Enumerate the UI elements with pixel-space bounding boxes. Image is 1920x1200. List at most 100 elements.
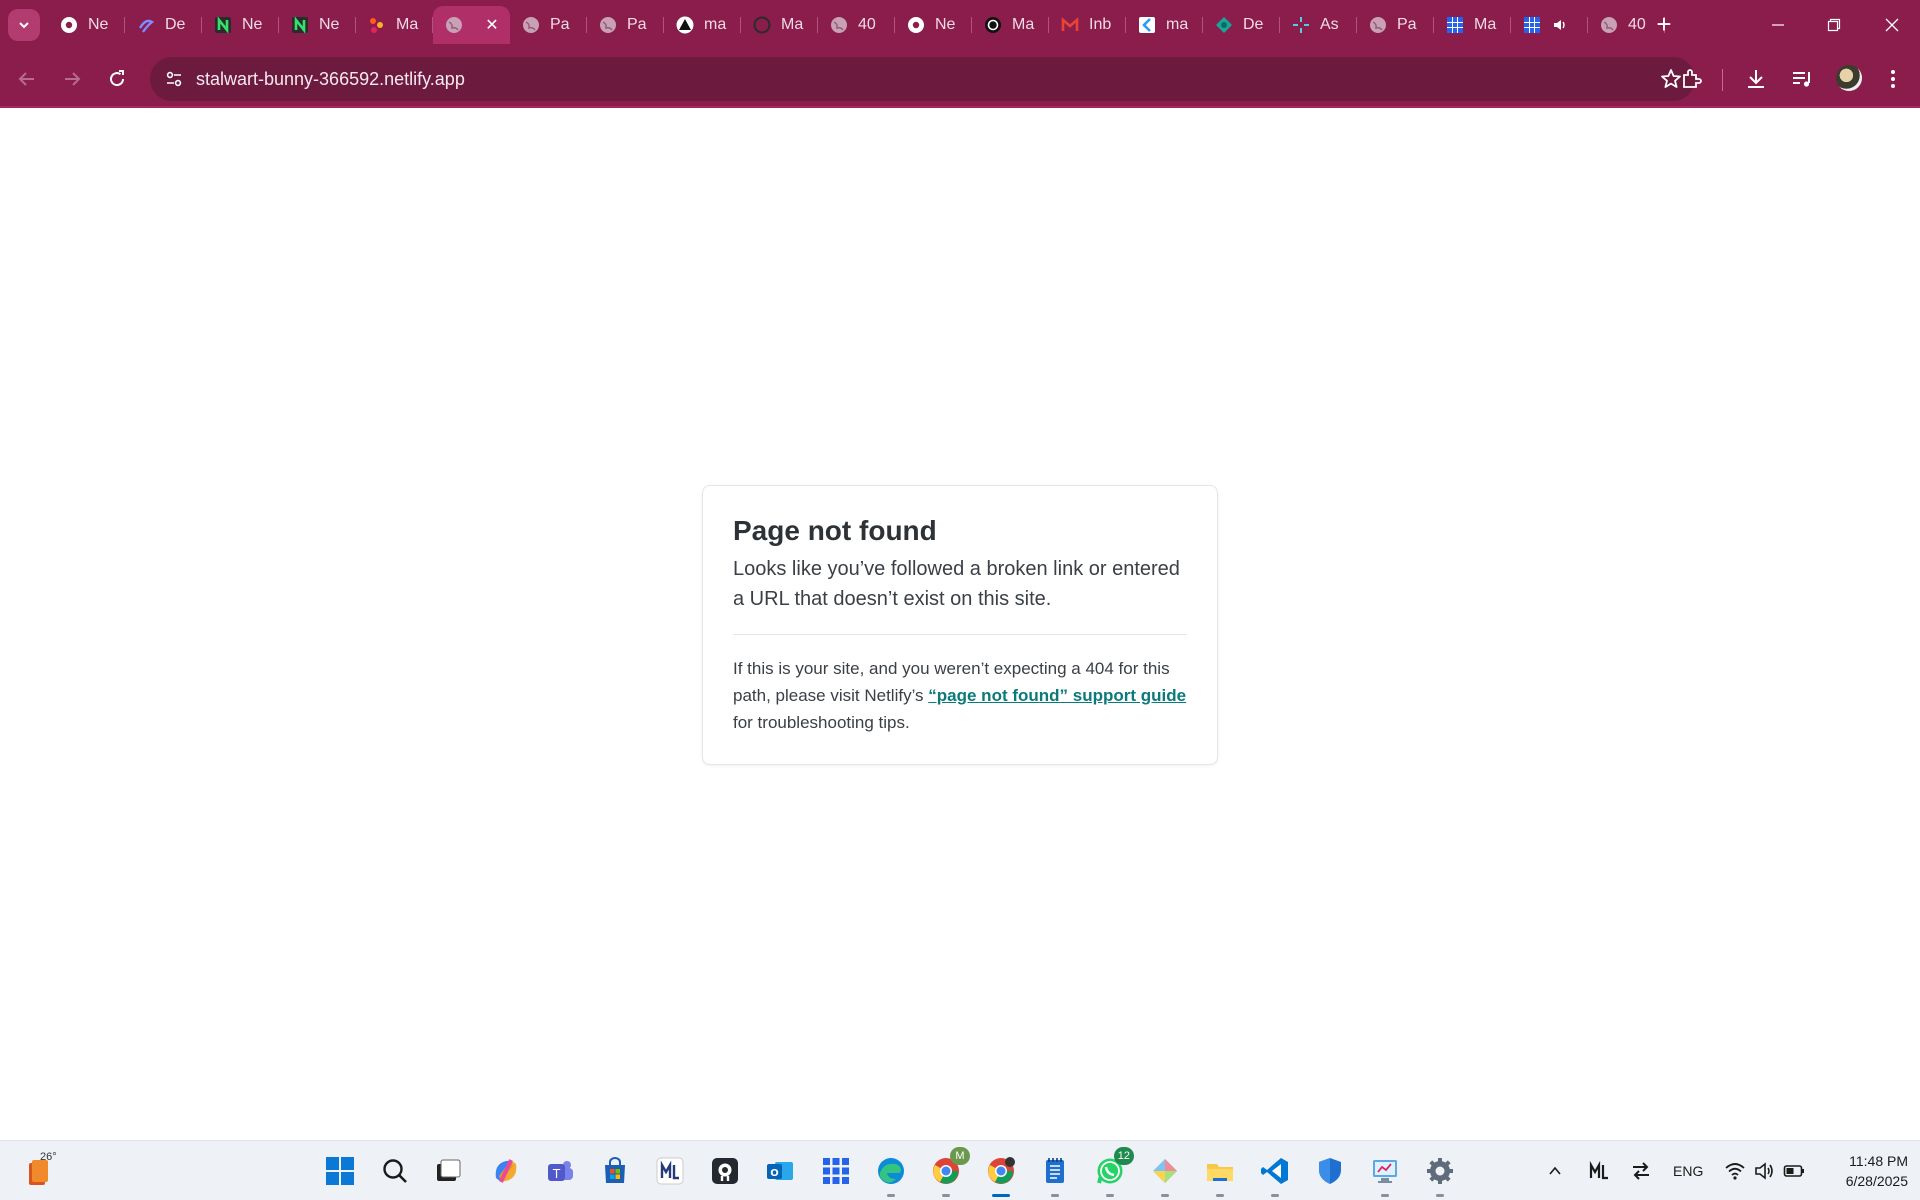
n-logo-icon (214, 16, 232, 34)
address-bar[interactable]: stalwart-bunny-366592.netlify.app (150, 57, 1695, 101)
wifi-icon (1725, 1163, 1745, 1180)
chrome-profile-app[interactable]: M (928, 1147, 970, 1197)
snipping-app[interactable] (1147, 1153, 1183, 1197)
notepad-icon (1046, 1158, 1064, 1183)
copilot-app[interactable] (488, 1153, 524, 1189)
app-m-logo[interactable] (652, 1153, 688, 1189)
start-button[interactable] (322, 1153, 358, 1189)
tab[interactable]: As (1280, 6, 1357, 44)
reload-button[interactable] (100, 62, 134, 96)
globe-icon (522, 16, 540, 34)
tab[interactable]: 40 (818, 6, 895, 44)
profile-avatar[interactable] (1836, 65, 1862, 91)
tab-title: ma (704, 16, 727, 33)
media-controls-icon[interactable] (1787, 64, 1817, 94)
weather-temperature: 26° (40, 1151, 57, 1163)
outlook-icon: O (767, 1162, 793, 1180)
file-explorer-app[interactable] (1202, 1153, 1238, 1197)
volume-status[interactable] (1751, 1153, 1777, 1189)
tray-m-logo[interactable] (1586, 1153, 1612, 1189)
new-tab-button[interactable]: + (1650, 9, 1678, 39)
extensions-icon[interactable] (1676, 64, 1706, 94)
support-text: If this is your site, and you weren’t ex… (733, 655, 1187, 736)
tab-active[interactable]: ✕ (433, 6, 510, 44)
browser-toolbar: stalwart-bunny-366592.netlify.app (0, 50, 1920, 108)
site-info-icon[interactable] (160, 65, 188, 93)
close-window-button[interactable] (1864, 0, 1920, 50)
running-indicator (992, 1194, 1010, 1197)
control-panel-app[interactable] (1367, 1153, 1403, 1197)
edge-icon (878, 1158, 904, 1184)
restore-icon (1827, 18, 1841, 32)
download-icon[interactable] (1741, 64, 1771, 94)
windows-logo-icon (326, 1157, 354, 1185)
tab[interactable]: Ne (202, 6, 279, 44)
grid-app[interactable] (818, 1153, 854, 1189)
tab[interactable]: Ma (1434, 6, 1511, 44)
back-button[interactable] (10, 62, 44, 96)
teams-app[interactable]: T (542, 1153, 578, 1189)
outlook-app[interactable]: O (762, 1153, 798, 1189)
running-indicator (1106, 1194, 1114, 1197)
tab[interactable]: De (1203, 6, 1280, 44)
github-desktop-app[interactable] (707, 1153, 743, 1189)
chrome-menu-icon[interactable] (1878, 64, 1908, 94)
clock[interactable]: 11:48 PM 6/28/2025 (1812, 1151, 1908, 1191)
forward-button[interactable] (55, 62, 89, 96)
battery-icon (1783, 1165, 1804, 1177)
grid-icon (1523, 16, 1541, 34)
tab[interactable]: Pa (1357, 6, 1434, 44)
chrome-app-active[interactable] (983, 1153, 1019, 1197)
error-card: Page not found Looks like you’ve followe… (702, 485, 1218, 765)
edge-app[interactable] (873, 1153, 909, 1197)
defender-app[interactable] (1312, 1153, 1348, 1189)
language-indicator[interactable]: ENG (1673, 1163, 1703, 1179)
whatsapp-app[interactable]: 12 (1092, 1147, 1134, 1197)
running-indicator (1051, 1194, 1059, 1197)
tab[interactable]: Pa (510, 6, 587, 44)
tab[interactable]: De (125, 6, 202, 44)
settings-app[interactable] (1422, 1153, 1458, 1197)
store-icon (605, 1157, 625, 1183)
search-button[interactable] (377, 1153, 413, 1189)
speaker-icon[interactable] (1551, 16, 1569, 34)
restore-button[interactable] (1806, 0, 1862, 50)
tab[interactable]: ma (664, 6, 741, 44)
show-hidden-icons-button[interactable] (1542, 1153, 1568, 1189)
figma-style-icon (137, 16, 155, 34)
wifi-status[interactable] (1722, 1153, 1748, 1189)
task-view-button[interactable] (430, 1153, 466, 1189)
minimize-button[interactable] (1750, 0, 1806, 50)
close-tab-icon[interactable]: ✕ (482, 15, 502, 35)
triangle-logo-icon (676, 16, 694, 34)
monitor-chart-icon (1373, 1160, 1397, 1183)
tab[interactable]: ma (1126, 6, 1203, 44)
tab[interactable]: Ma (356, 6, 433, 44)
running-indicator (942, 1194, 950, 1197)
tab[interactable]: Ne (895, 6, 972, 44)
vscode-icon (1261, 1158, 1288, 1184)
tab[interactable]: Ma (972, 6, 1049, 44)
github-icon (753, 16, 771, 34)
tab[interactable]: Ne (48, 6, 125, 44)
running-indicator (1381, 1194, 1389, 1197)
gear-icon (1427, 1158, 1453, 1184)
vscode-app[interactable] (1257, 1153, 1293, 1197)
tab[interactable]: Ne (279, 6, 356, 44)
tab[interactable]: Ma (741, 6, 818, 44)
tab[interactable] (1511, 6, 1588, 44)
taskbar: 26° T O M 12 ENG 11:48 PM 6/28/2025 (0, 1140, 1920, 1200)
tray-sync[interactable] (1628, 1153, 1654, 1189)
weather-widget[interactable]: 26° (24, 1151, 64, 1189)
tab[interactable]: Pa (587, 6, 664, 44)
globe-icon (830, 16, 848, 34)
globe-icon (599, 16, 617, 34)
support-guide-link[interactable]: “page not found” support guide (928, 686, 1186, 705)
notepad-app[interactable] (1037, 1153, 1073, 1197)
tab-search-button[interactable] (8, 9, 40, 41)
tab-title: Ne (319, 16, 340, 33)
store-app[interactable] (597, 1153, 633, 1189)
close-icon (1885, 18, 1899, 32)
battery-status[interactable] (1781, 1153, 1807, 1189)
tab[interactable]: Inb (1049, 6, 1126, 44)
